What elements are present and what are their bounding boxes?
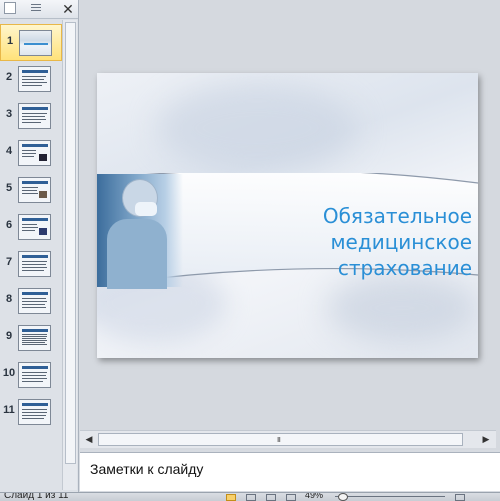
slide-number: 2 bbox=[5, 71, 13, 83]
slide-title[interactable]: Обязательное медицинское страхование bbox=[187, 203, 472, 281]
slide-number: 3 bbox=[5, 108, 13, 120]
slide-thumbnail-image bbox=[18, 362, 51, 388]
outline-tab-icon[interactable] bbox=[30, 2, 42, 14]
slide-thumbnail-image bbox=[18, 288, 51, 314]
slide-number: 6 bbox=[5, 219, 13, 231]
slide-number: 11 bbox=[3, 404, 15, 416]
slide-number: 7 bbox=[5, 256, 13, 268]
grip-icon: III bbox=[277, 437, 281, 444]
background-blur bbox=[157, 83, 357, 173]
panel-tabs: ✕ bbox=[0, 0, 78, 19]
slide-number: 4 bbox=[5, 145, 13, 157]
surgeon-photo bbox=[97, 174, 183, 289]
slide-thumb-1[interactable]: 1 bbox=[0, 24, 62, 61]
zoom-level[interactable]: 49% bbox=[305, 493, 323, 500]
slide-number: 9 bbox=[5, 330, 13, 342]
slide-thumbnail-image bbox=[18, 399, 51, 425]
horizontal-scrollbar[interactable]: ◀ III ▶ bbox=[80, 430, 496, 448]
slide-thumbnail-image bbox=[18, 214, 51, 240]
slide-title-line2: страхование bbox=[337, 256, 472, 280]
scroll-right-icon[interactable]: ▶ bbox=[480, 433, 492, 445]
slide-thumb-10[interactable]: 10 bbox=[0, 357, 62, 394]
slide-thumb-3[interactable]: 3 bbox=[0, 98, 62, 135]
slide-thumbnail-image bbox=[18, 140, 51, 166]
slide-editor: Обязательное медицинское страхование bbox=[80, 0, 500, 450]
slide-thumb-6[interactable]: 6 bbox=[0, 209, 62, 246]
slide-thumb-9[interactable]: 9 bbox=[0, 320, 62, 357]
slide-number: 1 bbox=[6, 35, 14, 47]
thumbnails-scrollbar[interactable] bbox=[62, 20, 77, 490]
slide-number: 8 bbox=[5, 293, 13, 305]
slides-tab-icon[interactable] bbox=[4, 2, 16, 14]
slide-number: 10 bbox=[2, 367, 16, 379]
slide-thumb-5[interactable]: 5 bbox=[0, 172, 62, 209]
slide-thumbnail-image bbox=[18, 177, 51, 203]
slide-thumbnail-image bbox=[18, 103, 51, 129]
slide-thumb-2[interactable]: 2 bbox=[0, 61, 62, 98]
notes-placeholder: Заметки к слайду bbox=[90, 461, 204, 477]
close-panel-icon[interactable]: ✕ bbox=[60, 0, 76, 18]
slide-thumbnail-image bbox=[19, 30, 52, 56]
slide-thumbnail-image bbox=[18, 325, 51, 351]
slide-title-line1: Обязательное медицинское bbox=[322, 204, 472, 254]
slide-thumbnail-image bbox=[18, 251, 51, 277]
zoom-slider[interactable] bbox=[335, 496, 445, 497]
slides-panel: ✕ 1 2 3 4 5 6 7 8 9 10 11 bbox=[0, 0, 79, 492]
scrollbar-thumb[interactable]: III bbox=[98, 433, 463, 446]
slide-thumb-8[interactable]: 8 bbox=[0, 283, 62, 320]
slide-thumb-4[interactable]: 4 bbox=[0, 135, 62, 172]
scroll-left-icon[interactable]: ◀ bbox=[83, 433, 95, 445]
slide-thumbnail-image bbox=[18, 66, 51, 92]
slide-thumbnails: 1 2 3 4 5 6 7 8 9 10 11 bbox=[0, 20, 62, 490]
slide-thumb-7[interactable]: 7 bbox=[0, 246, 62, 283]
slide-thumb-11[interactable]: 11 bbox=[0, 394, 62, 431]
scrollbar-thumb[interactable] bbox=[65, 22, 76, 464]
slide-number: 5 bbox=[5, 182, 13, 194]
current-slide[interactable]: Обязательное медицинское страхование bbox=[97, 73, 478, 358]
notes-pane[interactable]: Заметки к слайду bbox=[80, 452, 500, 491]
